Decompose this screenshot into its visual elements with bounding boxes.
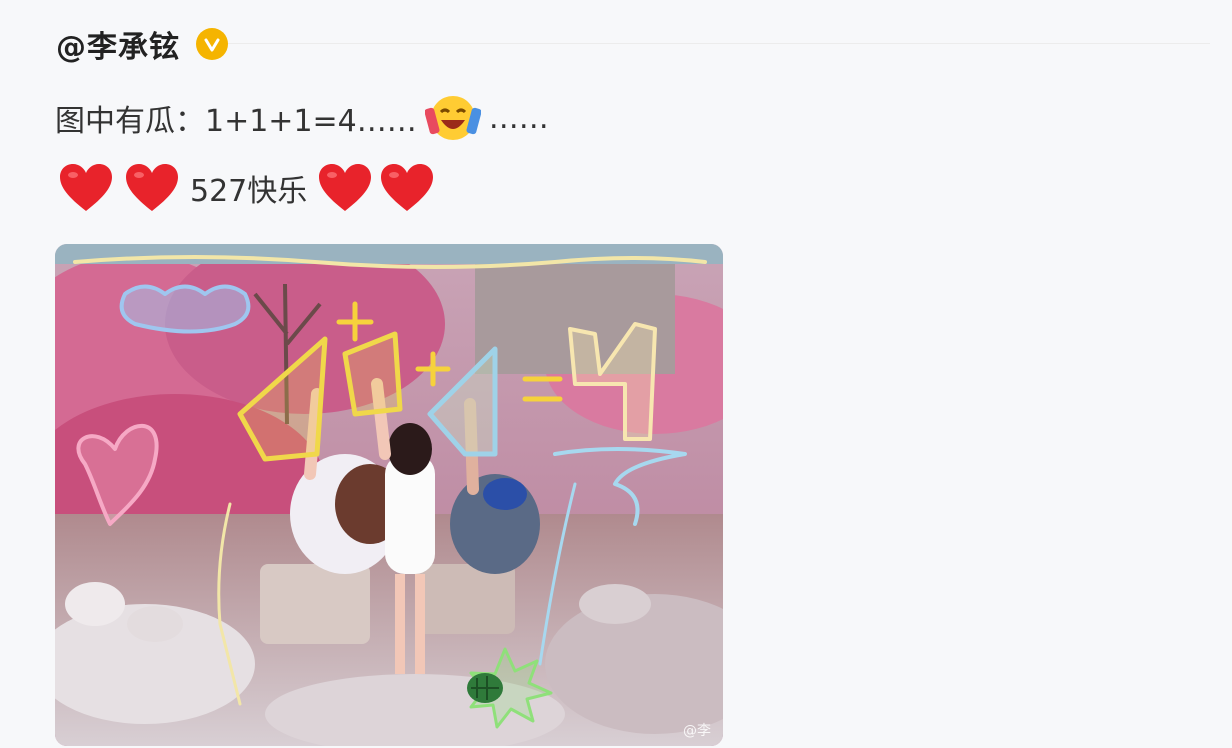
post-image[interactable]: @李 bbox=[55, 244, 723, 746]
heart-icon bbox=[381, 164, 434, 211]
heart-icon bbox=[319, 164, 372, 211]
heart-icon bbox=[60, 164, 112, 211]
author-name[interactable]: @李承铉 bbox=[56, 22, 180, 66]
post-text-tail: …… bbox=[488, 100, 549, 136]
divider bbox=[210, 43, 1210, 44]
weibo-post: @李承铉 图中有瓜：1+1+1=4…… …… 527快乐 @李 bbox=[0, 0, 1232, 748]
post-text: 图中有瓜：1+1+1=4…… bbox=[55, 104, 417, 139]
post-text-line-2: 527快乐 bbox=[58, 162, 445, 214]
image-watermark: @李 bbox=[683, 723, 711, 739]
photo-illustration bbox=[55, 244, 723, 746]
post-text-middle: 527快乐 bbox=[190, 174, 308, 209]
heart-icon bbox=[126, 164, 178, 211]
verified-badge-icon bbox=[196, 28, 228, 60]
laughing-emoji-icon bbox=[424, 96, 481, 140]
post-header: @李承铉 bbox=[56, 22, 228, 66]
post-text-line-1: 图中有瓜：1+1+1=4…… …… bbox=[55, 92, 549, 144]
